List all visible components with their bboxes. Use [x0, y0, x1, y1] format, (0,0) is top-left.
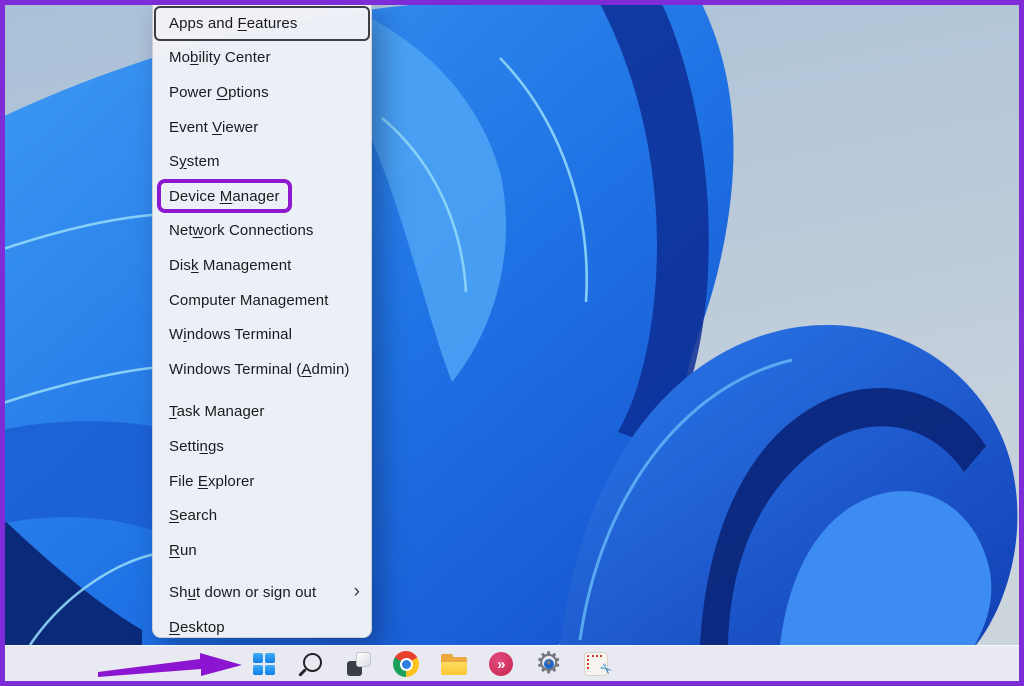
media-app-button[interactable]: » — [478, 646, 526, 682]
menu-item-disk-management[interactable]: Disk Management — [154, 248, 370, 283]
menu-item-computer-management[interactable]: Computer Management — [154, 283, 370, 318]
menu-item-desktop[interactable]: Desktop — [154, 610, 370, 645]
search-icon — [303, 653, 322, 672]
menu-item-label: Apps and Features — [169, 15, 297, 32]
menu-item-label: Desktop — [169, 619, 225, 636]
menu-item-label: Shut down or sign out — [169, 584, 316, 601]
menu-item-label: File Explorer — [169, 473, 255, 490]
menu-item-shut-down-or-sign-out[interactable]: Shut down or sign out › — [154, 576, 370, 611]
menu-item-apps-and-features[interactable]: Apps and Features — [154, 6, 370, 41]
menu-item-network-connections[interactable]: Network Connections — [154, 214, 370, 249]
menu-item-mobility-center[interactable]: Mobility Center — [154, 41, 370, 76]
menu-item-label: Windows Terminal (Admin) — [169, 361, 350, 378]
folder-icon — [441, 654, 467, 675]
settings-button[interactable]: ⚙ — [525, 646, 573, 682]
task-view-icon — [347, 652, 371, 676]
menu-item-settings[interactable]: Settings — [154, 429, 370, 464]
menu-item-label: Disk Management — [169, 257, 291, 274]
context-menu: Apps and Features Mobility Center Power Op… — [152, 5, 372, 638]
file-explorer-button[interactable] — [430, 646, 478, 682]
menu-separator — [153, 568, 371, 576]
taskbar-icons: » ⚙ ✂ — [240, 646, 620, 682]
snipping-tool-button[interactable]: ✂ — [573, 646, 621, 682]
menu-item-label: Event Viewer — [169, 119, 258, 136]
snipping-tool-icon: ✂ — [584, 652, 608, 676]
menu-item-label: Search — [169, 507, 217, 524]
menu-item-power-options[interactable]: Power Options — [154, 75, 370, 110]
menu-item-label: Power Options — [169, 84, 269, 101]
menu-item-search[interactable]: Search — [154, 498, 370, 533]
chrome-icon — [393, 651, 419, 677]
submenu-chevron-icon: › — [354, 582, 360, 601]
menu-item-label: Device Manager — [169, 188, 280, 205]
annotation-arrow — [90, 648, 250, 684]
menu-item-label: Network Connections — [169, 222, 314, 239]
menu-item-device-manager[interactable]: Device Manager — [154, 179, 370, 214]
menu-separator — [153, 387, 371, 395]
menu-item-system[interactable]: System — [154, 144, 370, 179]
menu-item-run[interactable]: Run — [154, 533, 370, 568]
menu-item-label: Task Manager — [169, 403, 264, 420]
media-app-icon: » — [489, 652, 513, 676]
menu-item-label: Computer Management — [169, 292, 329, 309]
menu-item-windows-terminal[interactable]: Windows Terminal — [154, 317, 370, 352]
menu-item-file-explorer[interactable]: File Explorer — [154, 464, 370, 499]
menu-item-event-viewer[interactable]: Event Viewer — [154, 110, 370, 145]
menu-item-task-manager[interactable]: Task Manager — [154, 395, 370, 430]
windows-logo-icon — [253, 653, 275, 675]
menu-item-windows-terminal-admin[interactable]: Windows Terminal (Admin) — [154, 352, 370, 387]
menu-item-label: System — [169, 153, 220, 170]
menu-item-label: Settings — [169, 438, 224, 455]
task-view-button[interactable] — [335, 646, 383, 682]
search-button[interactable] — [288, 646, 336, 682]
chrome-button[interactable] — [383, 646, 431, 682]
menu-item-label: Mobility Center — [169, 49, 271, 66]
menu-item-label: Run — [169, 542, 197, 559]
menu-item-label: Windows Terminal — [169, 326, 292, 343]
gear-icon: ⚙ — [534, 649, 564, 679]
